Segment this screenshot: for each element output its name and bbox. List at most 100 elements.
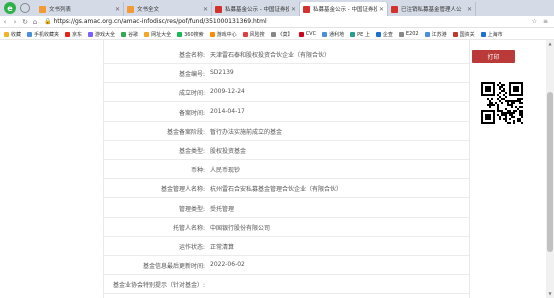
bookmark-item[interactable]: CVC xyxy=(298,31,317,37)
bookmark-item[interactable]: 收藏 xyxy=(4,31,21,38)
row-separator xyxy=(103,159,469,160)
tab-3-active[interactable]: 私募基金公示 - 中国证券投 ✕ xyxy=(300,2,388,16)
close-tab-icon[interactable]: ✕ xyxy=(379,6,384,13)
bookmark-item[interactable]: PE 上 xyxy=(350,31,370,38)
menu-icon[interactable]: ≡ xyxy=(543,18,548,25)
bookmark-favicon-icon xyxy=(4,31,9,37)
bookmark-item[interactable]: 网址大全 xyxy=(144,31,171,38)
bookmark-item[interactable]: 企查 xyxy=(375,31,393,38)
home-icon[interactable]: ⌂ xyxy=(30,18,40,26)
bookmark-item[interactable]: 360搜索 xyxy=(177,31,204,38)
tab-1[interactable]: 文书全文 ✕ xyxy=(124,2,212,16)
url-input[interactable]: 🔒 https://gs.amac.org.cn/amac-infodisc/r… xyxy=(44,17,344,27)
bookmark-item[interactable]: 通利地 xyxy=(322,31,344,38)
bookmark-item[interactable]: 江苏港 xyxy=(424,31,447,38)
field-value: 中国银行股份有限公司 xyxy=(210,224,271,232)
tab-2[interactable]: 私募基金公示 - 中国证券投 ✕ xyxy=(212,2,300,16)
bookmark-label: 京东 xyxy=(72,31,83,38)
bookmark-favicon-icon xyxy=(270,31,276,37)
tab-label: 已注销私募基金管理人公 xyxy=(401,7,462,13)
row-separator xyxy=(103,216,469,218)
url-text: https://gs.amac.org.cn/amac-infodisc/res… xyxy=(53,18,267,25)
field-value: 2022-06-02 xyxy=(210,261,245,269)
tab-4[interactable]: 已注销私募基金管理人公 ✕ xyxy=(388,2,476,16)
star-icon[interactable]: ☆ xyxy=(532,18,537,25)
field-value: 人民币现钞 xyxy=(210,167,241,175)
bookmark-favicon-icon xyxy=(375,31,381,37)
print-button[interactable]: 打印 xyxy=(472,50,515,63)
close-tab-icon[interactable]: ✕ xyxy=(291,6,296,13)
back-icon[interactable]: ‹ xyxy=(0,18,10,26)
field-label: 管理类型: xyxy=(178,205,205,213)
refresh-icon[interactable]: ↻ xyxy=(20,18,30,26)
close-tab-icon[interactable]: ✕ xyxy=(203,6,208,13)
field-label: 币种: xyxy=(190,167,205,175)
row-separator xyxy=(103,120,469,122)
row-separator xyxy=(103,139,469,141)
bookmark-favicon-icon xyxy=(242,31,248,37)
field-label: 成立时间: xyxy=(178,90,205,98)
tab-label: 文书列表 xyxy=(49,7,72,13)
document-favicon-icon xyxy=(127,5,134,13)
amac-favicon-icon xyxy=(303,5,310,13)
bookmark-item[interactable]: 谷歌 xyxy=(121,31,138,38)
close-tab-icon[interactable]: ✕ xyxy=(115,6,120,13)
field-value: 2009-12-24 xyxy=(210,88,245,96)
tab-0[interactable]: 文书列表 ✕ xyxy=(36,2,124,16)
bookmarks-bar: 收藏 手机收藏夹 京东 游戏大全 谷歌 网址大全 360搜索 游戏中心 风险搜 《莫】 CVC 通利地… xyxy=(0,29,554,40)
bookmark-item[interactable]: 风险搜 xyxy=(242,31,265,38)
bookmark-label: 通利地 xyxy=(329,31,345,38)
row-separator xyxy=(103,274,469,276)
sync-icon[interactable] xyxy=(20,3,30,13)
field-label: 基金管理人名称: xyxy=(160,186,205,194)
bookmark-label: 游戏中心 xyxy=(216,31,237,38)
bookmark-label: 游戏大全 xyxy=(95,31,116,38)
field-label: 托管人名称: xyxy=(172,224,205,232)
field-value: 受托管理 xyxy=(210,205,235,213)
close-tab-icon[interactable]: ✕ xyxy=(467,6,472,13)
scroll-down-icon[interactable]: ▼ xyxy=(547,291,553,297)
bookmark-item[interactable]: 游戏大全 xyxy=(88,31,115,38)
row-separator xyxy=(103,235,469,237)
bookmark-favicon-icon xyxy=(480,31,486,37)
bookmark-item[interactable]: 《莫】 xyxy=(270,31,293,38)
bookmark-item[interactable]: E202 xyxy=(398,31,419,37)
address-bar: ‹ › ↻ ⌂ 🔒 https://gs.amac.org.cn/amac-in… xyxy=(0,16,554,28)
bookmark-label: E202 xyxy=(405,31,419,37)
bookmark-favicon-icon xyxy=(177,31,183,37)
field-label: 运作状态: xyxy=(178,244,205,251)
bookmark-favicon-icon xyxy=(424,31,430,37)
bookmark-label: 360搜索 xyxy=(184,31,204,38)
bookmark-item[interactable]: 手机收藏夹 xyxy=(27,31,59,38)
document-favicon-icon xyxy=(39,5,46,13)
field-label: 基金编号: xyxy=(178,71,205,79)
bookmark-label: 国资关 xyxy=(459,31,475,38)
bookmark-favicon-icon xyxy=(88,31,94,37)
row-separator xyxy=(103,197,469,199)
tab-strip: e 文书列表 ✕ 文书全文 ✕ 私募基金公示 - 中国证券投 ✕ 私募基金公示 … xyxy=(0,0,554,16)
bookmark-item[interactable]: 国资关 xyxy=(452,31,475,38)
forward-icon[interactable]: › xyxy=(10,18,20,26)
bookmark-favicon-icon xyxy=(65,31,71,37)
browser-logo-icon[interactable]: e xyxy=(4,2,16,14)
lock-icon: 🔒 xyxy=(44,18,52,25)
field-value: 杭州雷石合安私募基金管理合伙企业（有限合伙） xyxy=(210,186,343,194)
bookmark-label: 江苏港 xyxy=(431,31,447,38)
scrollbar-thumb[interactable] xyxy=(547,92,553,252)
bookmark-favicon-icon xyxy=(350,31,356,37)
bookmark-item[interactable]: 京东 xyxy=(65,31,82,38)
bookmark-label: CVC xyxy=(305,31,317,37)
field-label: 基金类型: xyxy=(178,148,205,155)
bookmark-favicon-icon xyxy=(452,31,458,37)
bookmark-label: 《莫】 xyxy=(277,31,293,38)
bookmark-label: 企查 xyxy=(382,31,393,38)
bookmark-item[interactable]: 游戏中心 xyxy=(209,31,237,38)
scroll-up-icon[interactable]: ▲ xyxy=(547,41,553,47)
field-value: 暂行办法实施前成立的基金 xyxy=(210,128,283,136)
field-value: 天津雷石泰和股权投资合伙企业（有限合伙） xyxy=(210,52,331,59)
field-value: SD2139 xyxy=(210,69,234,77)
amac-favicon-icon xyxy=(391,5,398,13)
bookmark-favicon-icon xyxy=(322,31,328,37)
bookmark-label: 收藏 xyxy=(11,31,22,38)
bookmark-item[interactable]: 上海市 xyxy=(480,31,503,38)
